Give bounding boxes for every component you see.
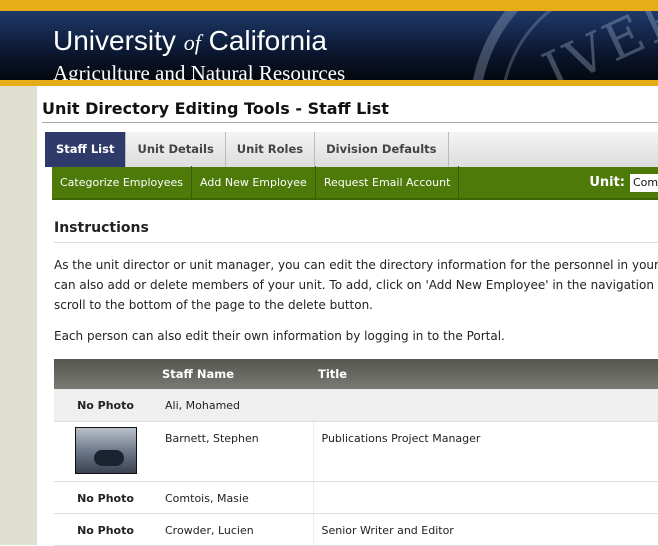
tab-unit-roles[interactable]: Unit Roles xyxy=(226,132,316,167)
no-photo-label: No Photo xyxy=(54,481,157,514)
column-header-staff-name[interactable]: Staff Name xyxy=(157,359,313,389)
column-header-photo xyxy=(54,359,157,389)
tab-division-defaults[interactable]: Division Defaults xyxy=(315,132,449,167)
division-name: Agriculture and Natural Resources xyxy=(53,61,346,80)
table-row[interactable]: No Photo Ali, Mohamed xyxy=(54,389,658,422)
column-header-title[interactable]: Title xyxy=(313,359,658,389)
page-title: Unit Directory Editing Tools - Staff Lis… xyxy=(42,99,389,118)
divider xyxy=(54,242,658,243)
unit-label: Unit: xyxy=(589,175,625,190)
photo-cell xyxy=(54,421,157,482)
header-banner: IVER University of California Agricultur… xyxy=(0,11,658,80)
table-row[interactable]: No Photo Crowder, Lucien Senior Writer a… xyxy=(54,513,658,546)
table-row[interactable]: No Photo Comtois, Masie xyxy=(54,481,658,514)
tab-unit-details[interactable]: Unit Details xyxy=(126,132,226,167)
staff-title: Publications Project Manager xyxy=(312,421,658,482)
logo-word: California xyxy=(208,25,327,56)
staff-title xyxy=(312,481,658,514)
sub-navigation: Categorize Employees Add New Employee Re… xyxy=(52,166,658,200)
divider xyxy=(42,122,658,123)
university-logo[interactable]: University of California xyxy=(53,25,327,57)
logo-of: of xyxy=(183,30,201,55)
site-header: IVER University of California Agricultur… xyxy=(0,0,658,86)
no-photo-label: No Photo xyxy=(54,513,157,546)
tab-staff-list[interactable]: Staff List xyxy=(45,132,127,167)
staff-title xyxy=(313,389,658,422)
unit-select[interactable]: Communications xyxy=(630,173,658,192)
instructions-text: scroll to the bottom of the page to the … xyxy=(54,298,373,312)
add-new-employee-link[interactable]: Add New Employee xyxy=(192,166,316,199)
staff-name[interactable]: Ali, Mohamed xyxy=(157,389,313,422)
instructions-text: can also add or delete members of your u… xyxy=(54,278,654,292)
unit-selector: Unit: Communications xyxy=(589,173,658,192)
staff-name[interactable]: Crowder, Lucien xyxy=(157,513,313,546)
staff-photo[interactable] xyxy=(74,426,137,474)
categorize-employees-link[interactable]: Categorize Employees xyxy=(52,166,193,199)
staff-name[interactable]: Comtois, Masie xyxy=(157,481,313,514)
no-photo-label: No Photo xyxy=(54,389,157,422)
instructions-heading: Instructions xyxy=(54,220,149,236)
instructions-text: As the unit director or unit manager, yo… xyxy=(54,258,658,272)
staff-table: Staff Name Title No Photo Ali, Mohamed B… xyxy=(54,359,658,546)
logo-word: University xyxy=(53,25,176,56)
instructions-note: Each person can also edit their own info… xyxy=(54,329,505,343)
staff-title: Senior Writer and Editor xyxy=(312,513,658,546)
tab-bar: Staff List Unit Details Unit Roles Divis… xyxy=(45,132,658,167)
left-sidebar xyxy=(0,86,37,545)
staff-name[interactable]: Barnett, Stephen xyxy=(157,421,313,482)
request-email-account-link[interactable]: Request Email Account xyxy=(316,166,460,199)
table-header: Staff Name Title xyxy=(54,359,658,389)
table-row[interactable]: Barnett, Stephen Publications Project Ma… xyxy=(54,421,658,482)
